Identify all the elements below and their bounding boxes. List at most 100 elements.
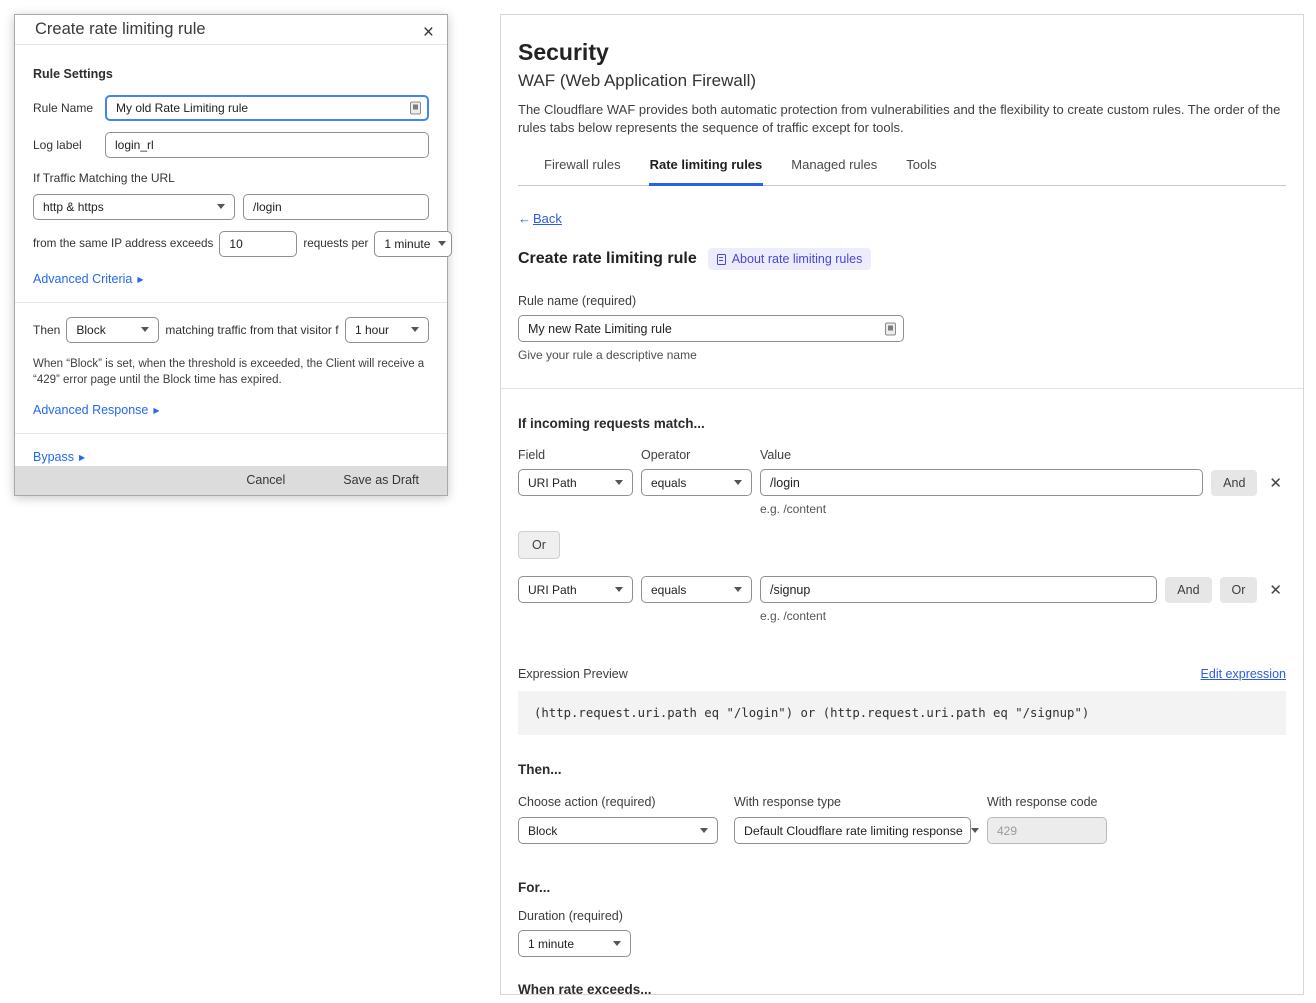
rule-name-row: Rule Name — [33, 95, 429, 121]
divider — [15, 433, 447, 434]
rule-name-label: Rule name (required) — [518, 294, 1286, 308]
dialog-title: Create rate limiting rule — [35, 20, 206, 39]
operator-select[interactable]: equals — [641, 576, 752, 603]
rate-limit-dialog: Create rate limiting rule × Rule Setting… — [14, 14, 448, 496]
expression-preview-code: (http.request.uri.path eq "/login") or (… — [518, 691, 1286, 735]
value-hint: e.g. /content — [760, 609, 1286, 623]
tab-tools[interactable]: Tools — [905, 157, 937, 186]
chevron-down-icon — [438, 241, 446, 246]
action-select[interactable]: Block — [66, 317, 159, 343]
url-match-row: http & https — [33, 194, 429, 220]
condition-column-headers: Field Operator Value — [518, 448, 1286, 462]
block-note: When “Block” is set, when the threshold … — [33, 356, 429, 389]
chevron-down-icon — [613, 941, 621, 946]
value-hint: e.g. /content — [760, 502, 1286, 516]
bypass-link[interactable]: Bypass — [33, 450, 85, 464]
page-title: Security — [518, 39, 1286, 66]
autofill-icon[interactable] — [410, 101, 421, 114]
close-icon[interactable]: × — [423, 23, 434, 42]
and-button[interactable]: And — [1211, 470, 1257, 496]
match-heading: If incoming requests match... — [518, 416, 1286, 431]
choose-action-label: Choose action (required) — [518, 795, 718, 809]
response-type-select[interactable]: Default Cloudflare rate limiting respons… — [734, 817, 971, 844]
threshold-sentence: from the same IP address exceeds request… — [33, 231, 429, 257]
rate-exceeds-heading: When rate exceeds... — [518, 982, 1286, 995]
url-input[interactable] — [243, 194, 429, 220]
field-column-label: Field — [518, 448, 633, 462]
duration-select[interactable]: 1 minute — [518, 930, 631, 957]
action-select[interactable]: Block — [518, 817, 718, 844]
operator-column-label: Operator — [641, 448, 752, 462]
threshold-input[interactable] — [219, 231, 297, 257]
chevron-down-icon — [141, 327, 149, 332]
advanced-response-link[interactable]: Advanced Response — [33, 403, 160, 417]
and-button[interactable]: And — [1165, 577, 1211, 603]
threshold-suffix: requests per — [303, 237, 368, 250]
chevron-down-icon — [700, 828, 708, 833]
dialog-footer: Cancel Save as Draft — [15, 466, 447, 495]
or-connector-button[interactable]: Or — [518, 531, 560, 559]
then-suffix: matching traffic from that visitor for — [165, 323, 339, 337]
condition-row: URI Path equals And ✕ — [518, 469, 1286, 496]
advanced-criteria-link[interactable]: Advanced Criteria — [33, 272, 144, 286]
value-column-label: Value — [760, 448, 1286, 462]
cancel-button[interactable]: Cancel — [240, 472, 291, 488]
chevron-down-icon — [217, 204, 225, 209]
chevron-down-icon — [734, 587, 742, 592]
period-select[interactable]: 1 minute — [374, 231, 452, 257]
response-code-label: With response code — [987, 795, 1107, 809]
tab-firewall-rules[interactable]: Firewall rules — [543, 157, 622, 186]
traffic-matching-heading: If Traffic Matching the URL — [33, 171, 429, 185]
log-label-input[interactable] — [105, 132, 429, 158]
expression-preview-label: Expression Preview — [518, 667, 628, 681]
value-input[interactable] — [760, 576, 1157, 603]
chevron-down-icon — [411, 327, 419, 332]
field-select[interactable]: URI Path — [518, 576, 633, 603]
condition-row: URI Path equals And Or ✕ — [518, 576, 1286, 603]
autofill-icon[interactable] — [885, 322, 896, 335]
dialog-body: Rule Settings Rule Name Log label If Tra… — [15, 45, 447, 466]
page-subtitle: WAF (Web Application Firewall) — [518, 71, 1286, 91]
edit-expression-link[interactable]: Edit expression — [1201, 667, 1286, 681]
document-icon — [717, 254, 726, 265]
then-sentence: Then Block matching traffic from that vi… — [33, 317, 429, 343]
rule-name-help: Give your rule a descriptive name — [518, 348, 1286, 362]
for-heading: For... — [518, 880, 1286, 895]
field-select[interactable]: URI Path — [518, 469, 633, 496]
tab-managed-rules[interactable]: Managed rules — [790, 157, 878, 186]
remove-condition-icon[interactable]: ✕ — [1265, 474, 1286, 492]
divider — [15, 302, 447, 303]
then-label: Then — [33, 323, 60, 337]
about-rate-limiting-badge[interactable]: About rate limiting rules — [708, 248, 872, 270]
rule-name-input[interactable] — [105, 95, 429, 121]
chevron-down-icon — [971, 828, 979, 833]
operator-select[interactable]: equals — [641, 469, 752, 496]
chevron-down-icon — [615, 480, 623, 485]
response-type-label: With response type — [734, 795, 971, 809]
chevron-down-icon — [615, 587, 623, 592]
rule-name-label: Rule Name — [33, 101, 97, 115]
duration-label: Duration (required) — [518, 909, 1286, 923]
rule-name-input[interactable] — [518, 315, 904, 342]
threshold-prefix: from the same IP address exceeds — [33, 237, 213, 250]
or-button[interactable]: Or — [1220, 577, 1258, 603]
log-label-row: Log label — [33, 132, 429, 158]
form-title: Create rate limiting rule — [518, 250, 697, 268]
page-description: The Cloudflare WAF provides both automat… — [518, 101, 1286, 137]
remove-condition-icon[interactable]: ✕ — [1265, 581, 1286, 599]
back-link[interactable]: ←Back — [518, 211, 562, 226]
back-arrow-icon: ← — [518, 211, 531, 226]
divider — [501, 388, 1303, 389]
chevron-down-icon — [734, 480, 742, 485]
response-code-input — [987, 817, 1107, 844]
rule-settings-heading: Rule Settings — [33, 67, 429, 81]
ban-duration-select[interactable]: 1 hour — [345, 317, 429, 343]
value-input[interactable] — [760, 469, 1203, 496]
save-as-draft-button[interactable]: Save as Draft — [337, 472, 425, 488]
log-label-label: Log label — [33, 138, 97, 152]
waf-tab-bar: Firewall rules Rate limiting rules Manag… — [518, 157, 1286, 186]
scheme-select[interactable]: http & https — [33, 194, 235, 220]
then-heading: Then... — [518, 762, 1286, 777]
tab-rate-limiting-rules[interactable]: Rate limiting rules — [649, 157, 764, 186]
security-waf-page: Security WAF (Web Application Firewall) … — [500, 14, 1304, 995]
